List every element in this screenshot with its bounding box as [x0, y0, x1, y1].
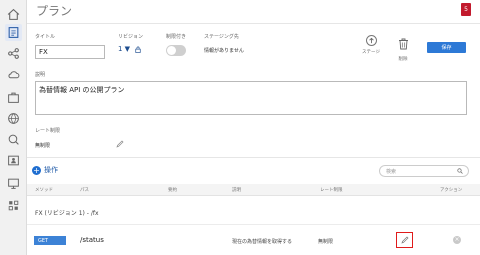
stage-label: ステージ [362, 50, 380, 55]
save-button[interactable]: 保存 [427, 42, 466, 53]
limited-toggle[interactable] [166, 45, 186, 56]
cloud-icon[interactable] [5, 66, 22, 83]
lock-icon [135, 46, 141, 53]
limited-label: 制限付き [166, 34, 187, 40]
delete-button[interactable]: 削除 [394, 35, 412, 62]
puzzle-icon[interactable] [5, 197, 22, 214]
user-card-icon[interactable] [5, 152, 22, 169]
description-label: 説明 [35, 72, 46, 78]
search-placeholder: 検索 [386, 169, 397, 175]
edit-rate-limit-icon[interactable] [116, 140, 124, 148]
revision-select[interactable]: 1 ▼ [118, 45, 141, 53]
notification-badge[interactable]: 5 [461, 3, 471, 16]
operation-rate-limit: 無制限 [318, 239, 334, 245]
add-operation-button[interactable]: + 操作 [32, 165, 58, 175]
edit-operation-button[interactable] [396, 232, 413, 248]
pencil-icon [400, 236, 408, 244]
col-path: パス [80, 188, 89, 193]
page-title: プラン [36, 4, 73, 18]
share-icon[interactable] [5, 45, 22, 62]
search-input[interactable]: 検索 [379, 165, 469, 177]
section-divider [27, 157, 480, 158]
staging-label: ステージング先 [204, 34, 239, 40]
group-title: FX (リビジョン 1) - /fx [35, 210, 99, 217]
revision-label: リビジョン [118, 34, 144, 40]
delete-label: 削除 [398, 57, 408, 62]
stage-button[interactable]: ステージ [358, 35, 384, 55]
row-divider [27, 224, 480, 225]
staging-value: 情報がありません [204, 48, 244, 54]
trash-icon [398, 38, 408, 50]
globe-icon[interactable] [5, 110, 22, 127]
rate-limit-label: レート制限 [35, 128, 61, 134]
method-badge: GET [34, 236, 66, 245]
col-parameters: 要約 [168, 188, 177, 193]
stage-arrow-icon [365, 35, 377, 46]
monitor-icon[interactable] [5, 175, 22, 192]
plus-icon: + [32, 165, 41, 175]
bag-icon[interactable] [5, 89, 22, 106]
operation-description: 現在の為替情報を取得する [232, 239, 293, 245]
search-person-icon[interactable] [5, 131, 22, 148]
col-description: 説明 [232, 188, 241, 193]
title-label: タイトル [35, 34, 56, 40]
remove-operation-button[interactable]: × [453, 236, 461, 244]
home-icon[interactable] [5, 6, 22, 23]
col-actions: アクション [440, 188, 463, 193]
plan-icon[interactable] [5, 24, 22, 41]
rate-limit-value: 無制限 [35, 143, 51, 149]
col-method: メソッド [35, 188, 53, 193]
search-icon [457, 168, 463, 174]
operations-label: 操作 [44, 166, 58, 174]
left-nav [0, 0, 27, 255]
page-header: プラン 5 [27, 0, 480, 24]
title-input[interactable] [35, 45, 105, 59]
col-rate-limit: レート制限 [320, 188, 343, 193]
description-field[interactable]: 為替情報 API の公開プラン [35, 81, 467, 115]
operations-table-header: メソッド パス 要約 説明 レート制限 アクション [27, 184, 480, 196]
revision-value: 1 ▼ [118, 45, 131, 53]
operation-path: /status [80, 236, 104, 244]
